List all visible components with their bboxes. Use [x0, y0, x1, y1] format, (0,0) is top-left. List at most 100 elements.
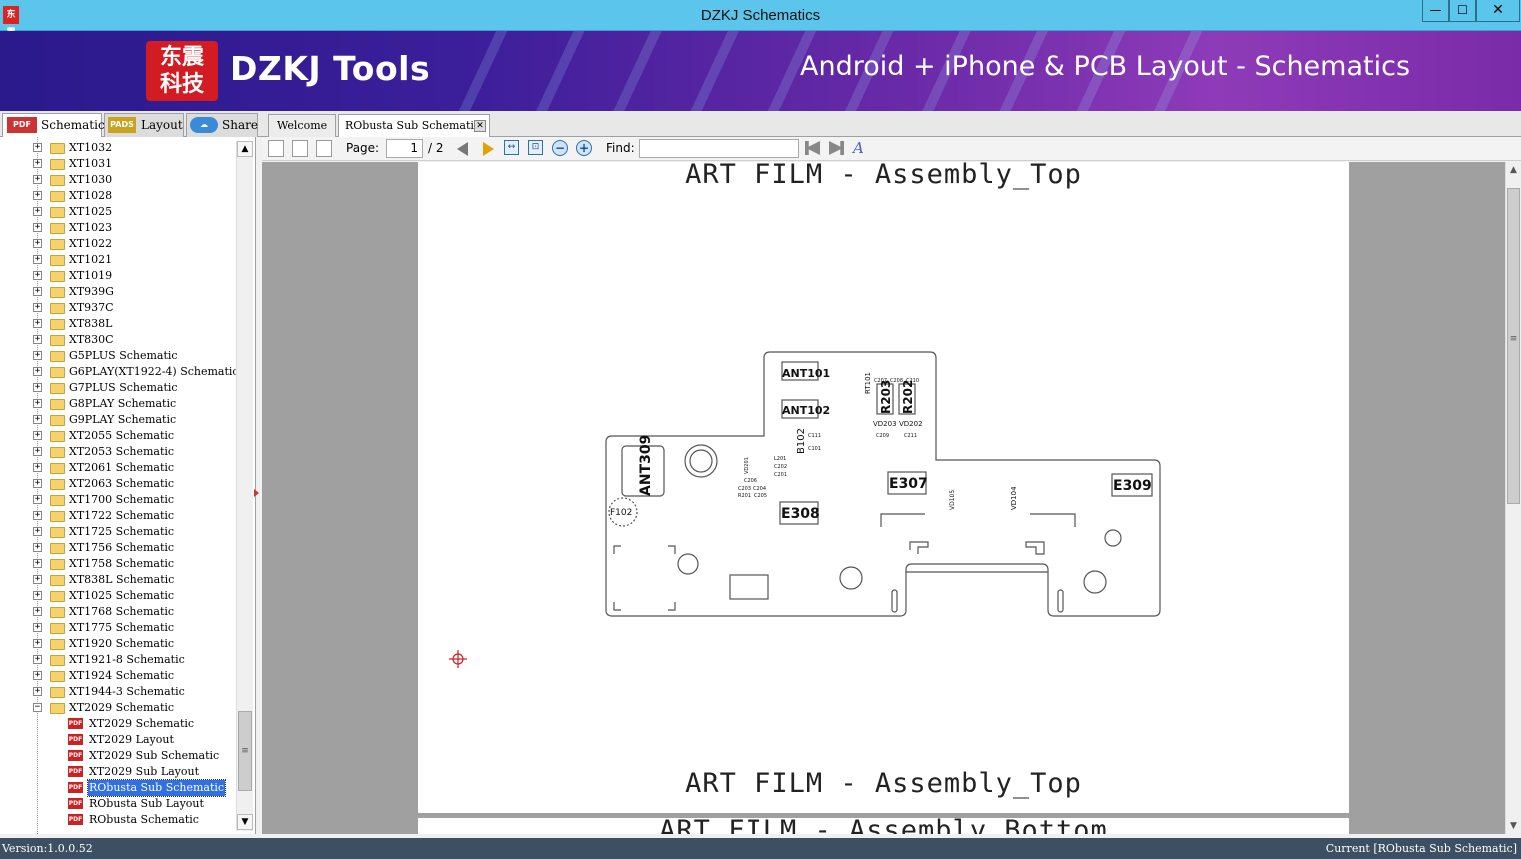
open-file-icon[interactable]	[268, 140, 284, 157]
fit-width-icon[interactable]: ↔	[504, 140, 519, 155]
find-previous-icon[interactable]	[805, 141, 820, 155]
expand-icon[interactable]: +	[33, 655, 42, 664]
tree-file-item[interactable]: PDF XT2029 Sub Schematic	[0, 748, 236, 764]
maximize-button[interactable]: ☐	[1449, 0, 1476, 22]
scroll-down-button[interactable]: ▼	[237, 814, 253, 830]
tree-folder-item[interactable]: + XT1775 Schematic	[0, 620, 236, 636]
tree-file-item[interactable]: PDF XT2029 Layout	[0, 732, 236, 748]
tree-folder-item[interactable]: + XT1032	[0, 140, 236, 156]
expand-icon[interactable]: +	[33, 511, 42, 520]
expand-icon[interactable]: +	[33, 623, 42, 632]
close-tab-icon[interactable]: ✕	[474, 120, 486, 132]
tree-folder-item[interactable]: + XT2063 Schematic	[0, 476, 236, 492]
expand-icon[interactable]: +	[33, 399, 42, 408]
tree-folder-item[interactable]: + XT1768 Schematic	[0, 604, 236, 620]
collapse-panel-arrow-icon[interactable]	[254, 489, 259, 497]
tree-file-item[interactable]: PDF RObusta Sub Layout	[0, 796, 236, 812]
tree-folder-item[interactable]: + XT1023	[0, 220, 236, 236]
tree-folder-item[interactable]: + XT1021	[0, 252, 236, 268]
pages-icon[interactable]	[316, 140, 332, 157]
tab-share[interactable]: ☁ Share	[186, 113, 258, 137]
tree-folder-item[interactable]: + G9PLAY Schematic	[0, 412, 236, 428]
expand-icon[interactable]: +	[33, 271, 42, 280]
tree-file-item[interactable]: PDF RObusta Schematic	[0, 812, 236, 828]
tree-folder-item[interactable]: + XT1025	[0, 204, 236, 220]
tree-folder-item[interactable]: + XT1758 Schematic	[0, 556, 236, 572]
expand-icon[interactable]: +	[33, 463, 42, 472]
tree-folder-item-expanded[interactable]: − XT2029 Schematic	[0, 700, 236, 716]
expand-icon[interactable]: +	[33, 175, 42, 184]
tree-file-item[interactable]: PDF XT2029 Sub Layout	[0, 764, 236, 780]
tree-folder-item[interactable]: + XT1028	[0, 188, 236, 204]
expand-icon[interactable]: +	[33, 479, 42, 488]
tree-folder-item[interactable]: + XT1722 Schematic	[0, 508, 236, 524]
tree-folder-item[interactable]: + G7PLUS Schematic	[0, 380, 236, 396]
expand-icon[interactable]: +	[33, 239, 42, 248]
expand-icon[interactable]: +	[33, 415, 42, 424]
expand-icon[interactable]: +	[33, 303, 42, 312]
title-bar[interactable]: 东震 DZKJ Schematics — ☐ ✕	[0, 0, 1521, 38]
tab-robusta-sub-schematic[interactable]: RObusta Sub Schematic ✕	[338, 114, 490, 138]
scroll-up-button[interactable]: ▲	[237, 141, 253, 157]
expand-icon[interactable]: +	[33, 543, 42, 552]
tree-folder-item[interactable]: + XT939G	[0, 284, 236, 300]
tree-folder-item[interactable]: + XT1019	[0, 268, 236, 284]
find-input[interactable]	[639, 139, 799, 158]
tab-welcome[interactable]: Welcome	[268, 114, 336, 137]
next-page-icon[interactable]	[483, 142, 494, 156]
scroll-thumb[interactable]: ≡	[1507, 188, 1520, 504]
tree-file-item[interactable]: PDF RObusta Sub Schematic	[0, 779, 236, 797]
expand-icon[interactable]: +	[33, 367, 42, 376]
tree-folder-item[interactable]: + XT1944-3 Schematic	[0, 684, 236, 700]
expand-icon[interactable]: +	[33, 143, 42, 152]
tree-folder-item[interactable]: + G5PLUS Schematic	[0, 348, 236, 364]
expand-icon[interactable]: +	[33, 207, 42, 216]
expand-icon[interactable]: +	[33, 495, 42, 504]
page-number-input[interactable]: 1	[386, 139, 423, 158]
tree-folder-item[interactable]: + XT838L	[0, 316, 236, 332]
document-scrollbar[interactable]: ▲ ≡ ▼	[1505, 162, 1521, 834]
tree-folder-item[interactable]: + XT2053 Schematic	[0, 444, 236, 460]
tree-folder-item[interactable]: + XT1924 Schematic	[0, 668, 236, 684]
expand-icon[interactable]: +	[33, 591, 42, 600]
expand-icon[interactable]: +	[33, 639, 42, 648]
expand-icon[interactable]: +	[33, 191, 42, 200]
expand-icon[interactable]: +	[33, 319, 42, 328]
expand-icon[interactable]: +	[33, 351, 42, 360]
highlight-icon[interactable]: A	[853, 139, 864, 157]
tree-folder-item[interactable]: + XT1920 Schematic	[0, 636, 236, 652]
scroll-down-button[interactable]: ▼	[1506, 818, 1521, 834]
expand-icon[interactable]: +	[33, 431, 42, 440]
tree-folder-item[interactable]: + G6PLAY(XT1922-4) Schematic	[0, 364, 239, 380]
expand-icon[interactable]: +	[33, 255, 42, 264]
collapse-icon[interactable]: −	[33, 703, 42, 712]
tree-folder-item[interactable]: + XT1921-8 Schematic	[0, 652, 236, 668]
tree-folder-item[interactable]: + XT838L Schematic	[0, 572, 236, 588]
expand-icon[interactable]: +	[33, 559, 42, 568]
expand-icon[interactable]: +	[33, 575, 42, 584]
tree-file-item[interactable]: PDF XT2029 Schematic	[0, 716, 236, 732]
tree-folder-item[interactable]: + XT830C	[0, 332, 236, 348]
tree-folder-item[interactable]: + XT2061 Schematic	[0, 460, 236, 476]
minimize-button[interactable]: —	[1422, 0, 1449, 22]
scroll-thumb[interactable]: ≡	[238, 711, 252, 791]
copy-page-icon[interactable]	[292, 140, 308, 157]
fit-page-icon[interactable]: ⊡	[528, 140, 543, 155]
tree-folder-item[interactable]: + XT1031	[0, 156, 236, 172]
expand-icon[interactable]: +	[33, 687, 42, 696]
tree-scrollbar[interactable]: ▲ ≡ ▼	[236, 141, 253, 831]
expand-icon[interactable]: +	[33, 671, 42, 680]
tree-folder-item[interactable]: + XT2055 Schematic	[0, 428, 236, 444]
expand-icon[interactable]: +	[33, 607, 42, 616]
expand-icon[interactable]: +	[33, 527, 42, 536]
tab-layout[interactable]: PADS Layout	[104, 113, 184, 137]
tree-folder-item[interactable]: + XT1725 Schematic	[0, 524, 236, 540]
tree-folder-item[interactable]: + XT1756 Schematic	[0, 540, 236, 556]
zoom-in-icon[interactable]: +	[576, 140, 592, 156]
expand-icon[interactable]: +	[33, 159, 42, 168]
tree-folder-item[interactable]: + G8PLAY Schematic	[0, 396, 236, 412]
tree-folder-item[interactable]: + XT937C	[0, 300, 236, 316]
tree-folder-item[interactable]: + XT1025 Schematic	[0, 588, 236, 604]
find-next-icon[interactable]	[829, 141, 844, 155]
tab-schematic[interactable]: PDF Schematic	[2, 113, 105, 138]
